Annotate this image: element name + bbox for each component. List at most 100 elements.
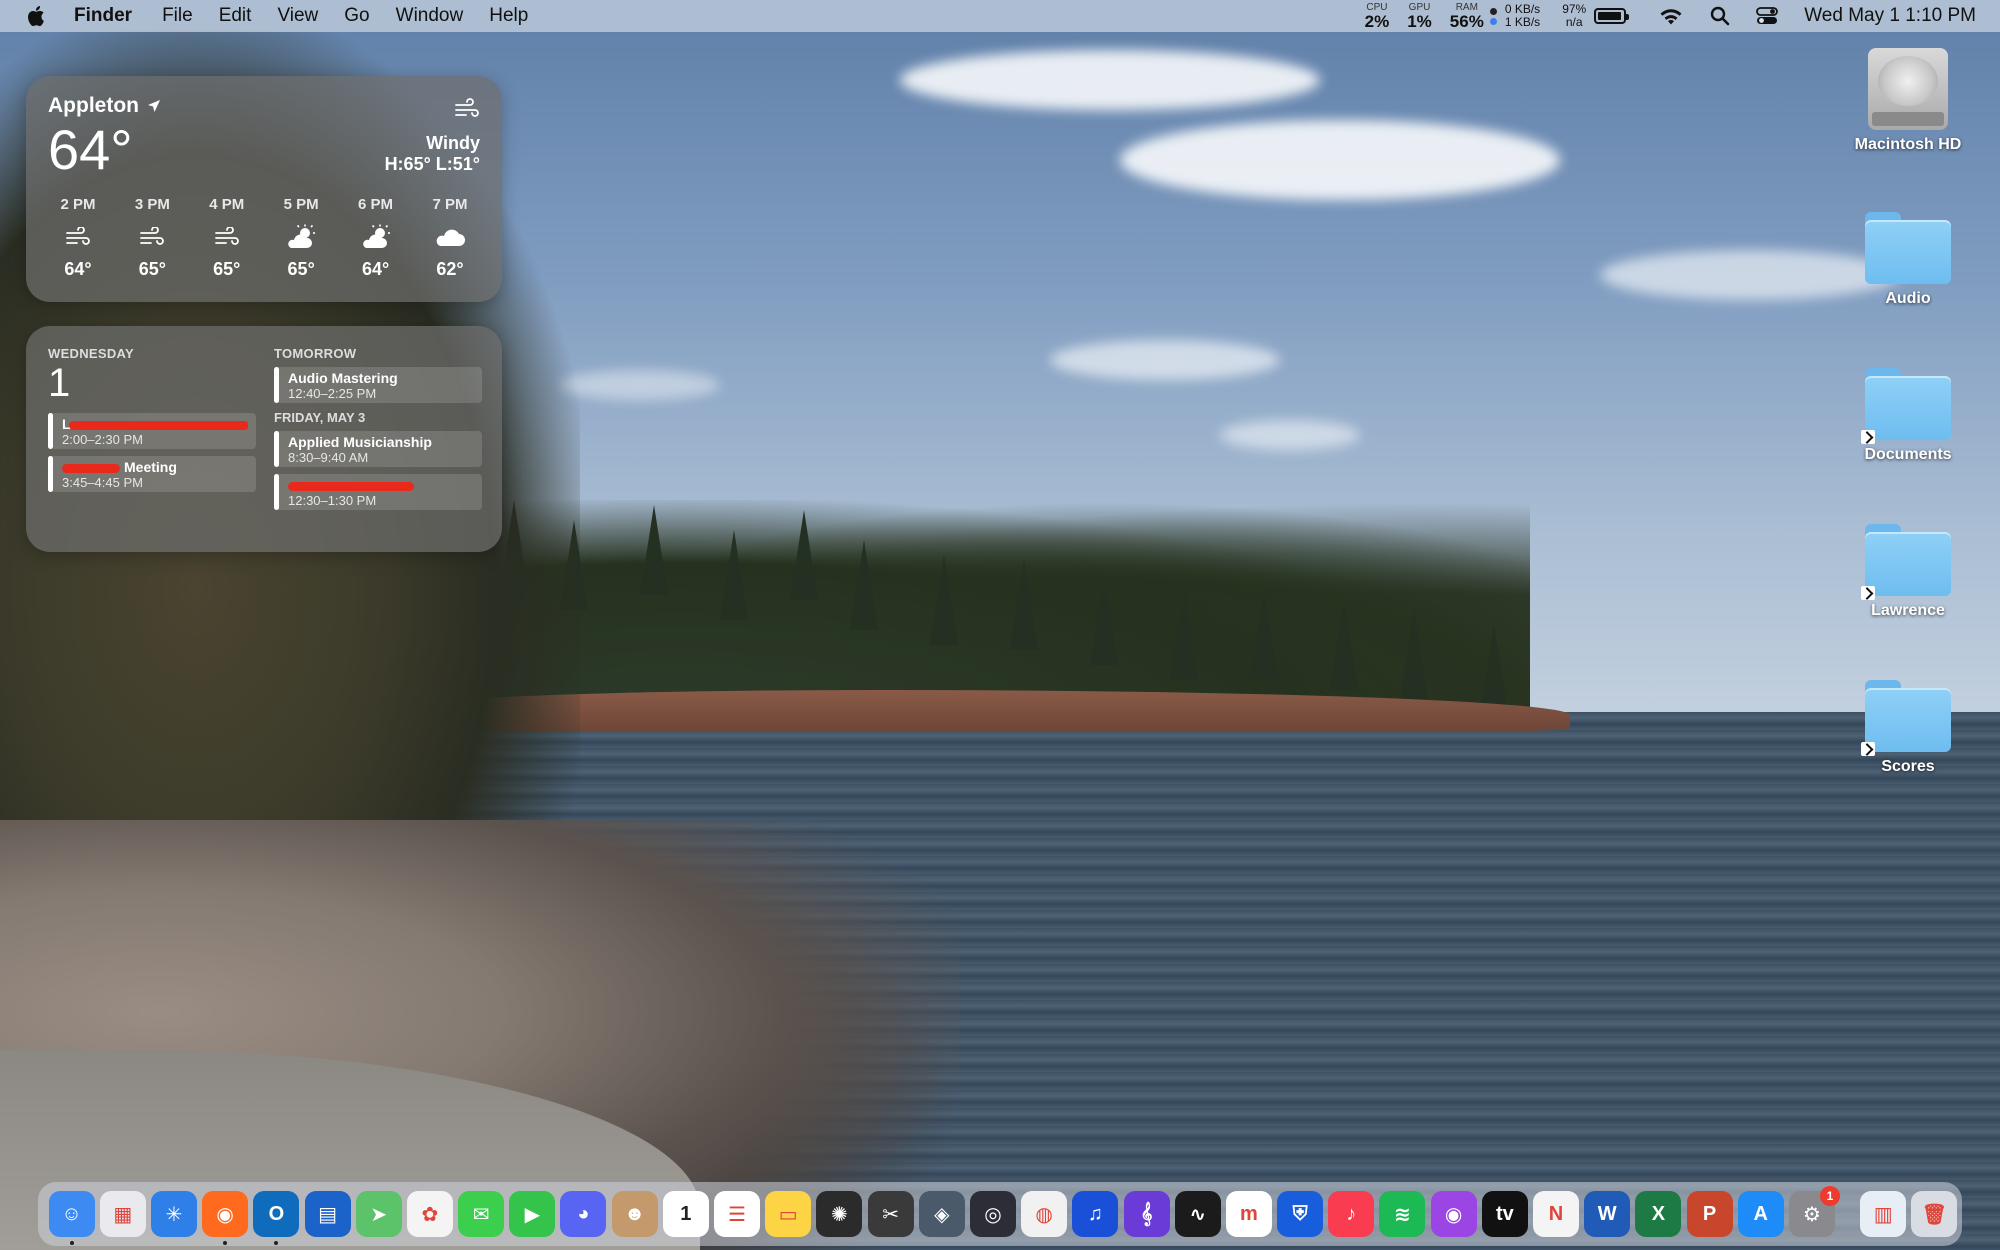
ram-stat[interactable]: RAM 56% — [1450, 2, 1484, 30]
contacts-icon[interactable]: ☻ — [611, 1191, 658, 1237]
final-cut-icon[interactable]: ✂ — [867, 1191, 914, 1237]
messages-icon[interactable]: ✉ — [458, 1191, 505, 1237]
weather-hour: 6 PM 64° — [358, 196, 394, 279]
search-icon[interactable] — [1710, 6, 1730, 26]
music-icon[interactable]: ♪ — [1328, 1191, 1375, 1237]
battery-stat[interactable]: 97% n/a — [1562, 3, 1586, 28]
trash-icon[interactable]: 🗑 — [1911, 1191, 1958, 1237]
cloud-icon — [434, 217, 466, 257]
network-down: 1 KB/s — [1504, 15, 1541, 29]
apple-logo-icon[interactable] — [26, 4, 48, 28]
weather-high-low: H:65° L:51° — [384, 154, 480, 174]
gpu-stat[interactable]: GPU 1% — [1407, 2, 1432, 30]
compressor-icon[interactable]: ◈ — [918, 1191, 965, 1237]
desktop-icon-audio[interactable]: Audio — [1838, 212, 1978, 308]
facetime-icon[interactable]: ▶ — [509, 1191, 556, 1237]
menu-help[interactable]: Help — [489, 5, 528, 27]
redaction-mark — [288, 481, 414, 491]
weather-hourly-forecast: 2 PM 64° 3 PM 65° 4 PM 65° 5 PM 65° 6 PM… — [48, 196, 480, 280]
menu-view[interactable]: View — [277, 5, 318, 27]
davinci-resolve-icon[interactable]: ✺ — [816, 1191, 863, 1237]
system-settings-icon[interactable]: ⚙ 1 — [1788, 1186, 1840, 1237]
calendar-tomorrow-label: TOMORROW — [274, 346, 357, 361]
calendar-date: 1 — [48, 361, 71, 405]
control-center-icon[interactable] — [1756, 6, 1779, 26]
wind-icon — [455, 98, 479, 117]
obs-icon[interactable]: ◎ — [969, 1191, 1016, 1237]
word-icon[interactable]: W — [1584, 1191, 1631, 1237]
maps-icon[interactable]: ➤ — [355, 1191, 402, 1237]
logic-icon[interactable]: ◍ — [1021, 1191, 1068, 1237]
menu-edit[interactable]: Edit — [219, 5, 252, 27]
calendar-weekday: WEDNESDAY — [48, 346, 135, 361]
redaction-mark — [68, 420, 248, 430]
miro-icon[interactable]: m — [1225, 1191, 1272, 1237]
excel-icon[interactable]: X — [1635, 1191, 1682, 1237]
calendar-event[interactable]: Audio Mastering 12:40–2:25 PM — [274, 367, 482, 403]
calendar-widget[interactable]: WEDNESDAY 1 L 2:00–2:30 PM Meeting 3:45–… — [26, 326, 502, 552]
musescore-icon[interactable]: 𝄞 — [1123, 1191, 1170, 1237]
calendar-friday-label: FRIDAY, MAY 3 — [274, 410, 366, 425]
cpu-stat[interactable]: CPU 2% — [1365, 2, 1390, 30]
folder-icon — [1865, 212, 1951, 284]
launchpad-icon[interactable]: ▦ — [99, 1191, 146, 1237]
menu-go[interactable]: Go — [344, 5, 369, 27]
app-store-icon[interactable]: A — [1737, 1191, 1784, 1237]
network-activity-icon — [1489, 7, 1497, 25]
tv-icon[interactable]: tv — [1481, 1191, 1528, 1237]
hard-drive-icon — [1868, 48, 1948, 130]
redaction-mark — [62, 463, 120, 473]
weather-widget[interactable]: Appleton 64° Windy H:65° L:51° 2 PM 64° … — [26, 76, 502, 302]
reminders-icon[interactable]: ☰ — [714, 1191, 761, 1237]
spotify-icon[interactable]: ≋ — [1379, 1191, 1426, 1237]
menu-clock[interactable]: Wed May 1 1:10 PM — [1804, 5, 1976, 27]
weather-hour: 3 PM 65° — [134, 196, 170, 279]
menu-file[interactable]: File — [162, 5, 193, 27]
location-arrow-icon — [147, 100, 160, 112]
audacity-icon[interactable]: ♫ — [1072, 1191, 1119, 1237]
alias-arrow-icon — [1861, 430, 1875, 444]
calendar-event[interactable]: Meeting 3:45–4:45 PM — [48, 456, 256, 492]
weather-condition: Windy — [426, 133, 480, 153]
desktop-icon-macintosh-hd[interactable]: Macintosh HD — [1838, 48, 1978, 154]
firefox-icon[interactable]: ◉ — [202, 1191, 249, 1245]
news-icon[interactable]: N — [1533, 1191, 1580, 1237]
menu-bar: Finder File Edit View Go Window Help CPU… — [0, 0, 2000, 32]
weather-hour: 4 PM 65° — [209, 196, 245, 279]
menu-window[interactable]: Window — [396, 5, 464, 27]
desktop-icon-lawrence[interactable]: Lawrence — [1838, 524, 1978, 620]
calendar-event[interactable]: 12:30–1:30 PM — [274, 474, 482, 510]
weather-hour: 5 PM 65° — [283, 196, 319, 279]
dock: ☺ ▦ ✳ ◉ O ▤ ➤ ✿ ✉ ▶ ◕ ☻ 1 ☰ ▭ ✺ ✂ ◈ ◎ ◍ ♫ 𝄞 ∿ m ⛨ ♪ ≋ ◉ tv N W X P A ⚙ 1 ▥ 🗑 — [38, 1182, 1962, 1246]
bitwarden-icon[interactable]: ⛨ — [1277, 1191, 1324, 1237]
calendar-icon[interactable]: 1 — [662, 1191, 709, 1237]
wind-icon — [139, 217, 165, 257]
desktop-icon-scores[interactable]: Scores — [1838, 680, 1978, 776]
menu-app-finder[interactable]: Finder — [74, 5, 132, 27]
weather-hour: 2 PM 64° — [60, 196, 96, 279]
discord-icon[interactable]: ◕ — [560, 1191, 607, 1237]
folder-icon — [1861, 368, 1951, 444]
podcasts-icon[interactable]: ◉ — [1430, 1191, 1477, 1237]
outlook-icon[interactable]: O — [253, 1191, 300, 1245]
calendar-event[interactable]: Applied Musicianship 8:30–9:40 AM — [274, 431, 482, 467]
wind-icon — [214, 217, 240, 257]
wind-icon — [65, 217, 91, 257]
activity-monitor-icon[interactable]: ∿ — [1174, 1191, 1221, 1237]
downloads-stack-icon[interactable]: ▥ — [1860, 1191, 1907, 1237]
finder-icon[interactable]: ☺ — [48, 1191, 95, 1245]
photos-icon[interactable]: ✿ — [406, 1191, 453, 1237]
battery-icon[interactable] — [1594, 8, 1630, 24]
partly-sunny-icon — [285, 217, 317, 257]
network-stat[interactable]: 0 KB/s 1 KB/s — [1505, 3, 1540, 28]
powerpoint-icon[interactable]: P — [1686, 1191, 1733, 1237]
wifi-icon[interactable] — [1658, 6, 1684, 26]
calendar-event[interactable]: L 2:00–2:30 PM — [48, 413, 256, 449]
files-icon[interactable]: ▤ — [304, 1191, 351, 1237]
alias-arrow-icon — [1861, 586, 1875, 600]
notes-icon[interactable]: ▭ — [765, 1191, 812, 1237]
safari-icon[interactable]: ✳ — [150, 1191, 197, 1237]
folder-icon — [1861, 524, 1951, 600]
battery-level — [1598, 12, 1622, 20]
desktop-icon-documents[interactable]: Documents — [1838, 368, 1978, 464]
